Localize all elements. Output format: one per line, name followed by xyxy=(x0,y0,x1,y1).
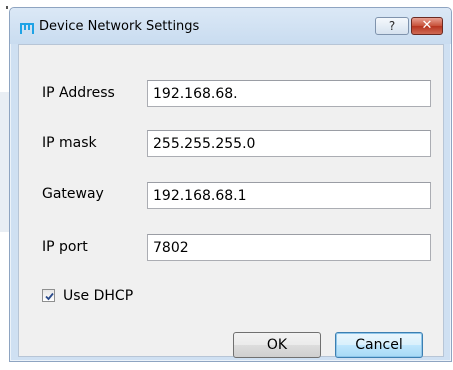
network-settings-dialog: Device Network Settings ? ✕ IP Address I… xyxy=(9,7,452,362)
dialog-content: IP Address IP mask Gateway IP port Use D… xyxy=(18,44,444,358)
title-bar[interactable]: Device Network Settings ? ✕ xyxy=(10,8,451,44)
desktop-mark xyxy=(6,6,8,9)
cancel-button[interactable]: Cancel xyxy=(335,332,423,358)
gateway-label: Gateway xyxy=(42,186,104,202)
help-button[interactable]: ? xyxy=(375,17,409,35)
ip-address-label: IP Address xyxy=(42,85,115,101)
ip-mask-label: IP mask xyxy=(42,135,97,151)
desktop-strip xyxy=(0,92,9,232)
close-button[interactable]: ✕ xyxy=(411,17,443,35)
gateway-input[interactable] xyxy=(147,182,431,209)
ip-address-input[interactable] xyxy=(147,80,431,107)
ip-port-input[interactable] xyxy=(147,234,431,261)
checkmark-icon xyxy=(45,292,54,301)
ip-port-label: IP port xyxy=(42,239,88,255)
ip-mask-input[interactable] xyxy=(147,130,431,157)
desktop-background xyxy=(0,0,9,370)
ok-button[interactable]: OK xyxy=(233,332,321,358)
use-dhcp-checkbox[interactable] xyxy=(42,289,55,302)
use-dhcp-label: Use DHCP xyxy=(63,288,134,304)
device-logo-icon xyxy=(20,20,34,34)
window-title: Device Network Settings xyxy=(39,19,200,34)
